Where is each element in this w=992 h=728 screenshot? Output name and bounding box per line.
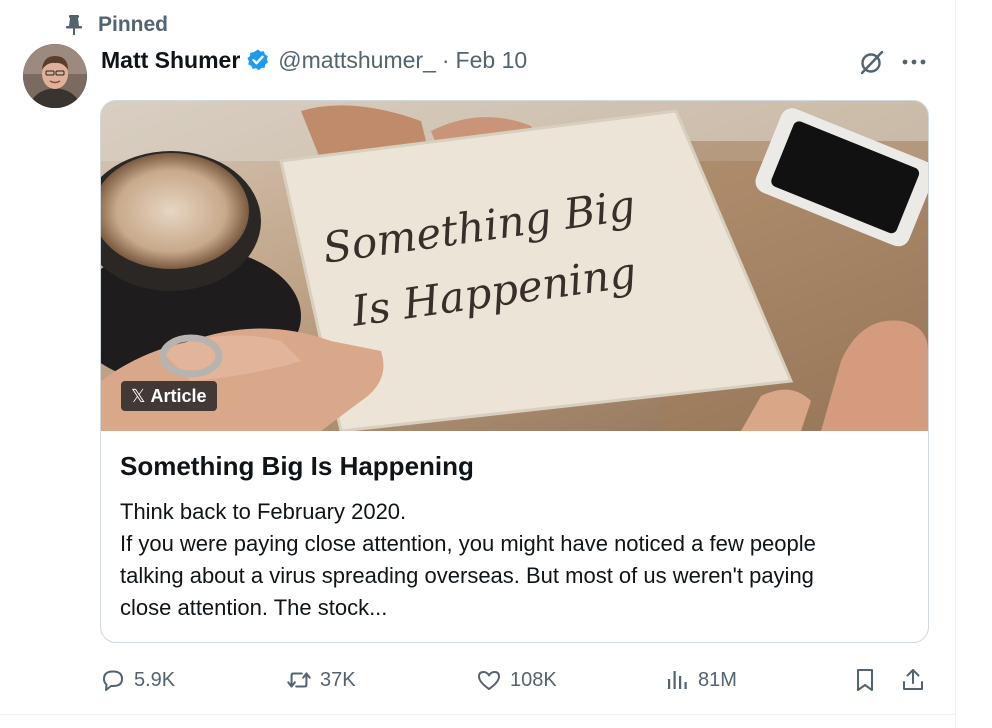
like-button[interactable]: 108K bbox=[476, 662, 557, 698]
pinned-indicator: Pinned bbox=[62, 12, 168, 38]
repost-icon bbox=[286, 667, 312, 693]
article-excerpt-line: close attention. The stock... bbox=[120, 595, 388, 620]
views-button[interactable]: 81M bbox=[664, 662, 737, 698]
share-icon bbox=[900, 667, 926, 693]
x-logo-icon: 𝕏 bbox=[131, 385, 146, 406]
reply-button[interactable]: 5.9K bbox=[100, 662, 175, 698]
bookmark-button[interactable] bbox=[852, 662, 878, 698]
grok-icon[interactable] bbox=[856, 46, 888, 78]
avatar[interactable] bbox=[23, 44, 87, 108]
pinned-label: Pinned bbox=[98, 13, 169, 36]
article-badge: 𝕏 Article bbox=[121, 381, 217, 411]
timeline-column-border bbox=[955, 0, 956, 728]
repost-button[interactable]: 37K bbox=[286, 662, 356, 698]
article-cover-image: Something Big Is Happening bbox=[101, 101, 928, 433]
like-count: 108K bbox=[510, 668, 557, 691]
article-title: Something Big Is Happening bbox=[120, 451, 474, 481]
pin-icon bbox=[62, 13, 86, 37]
separator-dot: · bbox=[441, 46, 450, 73]
author-name[interactable]: Matt Shumer bbox=[101, 47, 240, 74]
article-excerpt-line: If you were paying close attention, you … bbox=[120, 531, 816, 556]
bookmark-icon bbox=[852, 667, 878, 693]
article-badge-label: Article bbox=[150, 385, 207, 406]
post-date[interactable]: Feb 10 bbox=[456, 47, 528, 74]
reply-icon bbox=[100, 667, 126, 693]
article-excerpt-line: Think back to February 2020. bbox=[120, 499, 407, 524]
post-divider bbox=[0, 714, 955, 715]
post-actions-bar: 5.9K 37K 108K 81M bbox=[100, 662, 930, 698]
article-card[interactable]: Something Big Is Happening 𝕏 Article Som… bbox=[100, 100, 929, 643]
more-icon[interactable] bbox=[898, 46, 930, 78]
repost-count: 37K bbox=[320, 668, 356, 691]
verified-badge-icon[interactable] bbox=[246, 48, 270, 72]
views-chart-icon bbox=[664, 667, 690, 693]
article-excerpt: Think back to February 2020. If you were… bbox=[120, 496, 910, 624]
heart-icon bbox=[476, 667, 502, 693]
reply-count: 5.9K bbox=[134, 668, 176, 691]
share-button[interactable] bbox=[900, 662, 926, 698]
article-excerpt-line: talking about a virus spreading overseas… bbox=[120, 563, 814, 588]
views-count: 81M bbox=[698, 668, 737, 691]
author-handle[interactable]: @mattshumer_ bbox=[278, 47, 436, 74]
post-header: Matt Shumer @mattshumer_ · Feb 10 bbox=[101, 44, 527, 76]
